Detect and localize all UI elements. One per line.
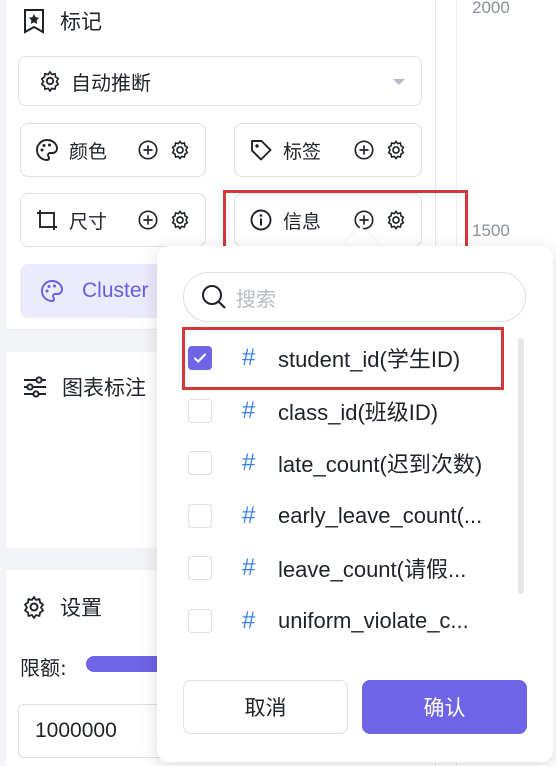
field-list-item[interactable]: # leave_count(请假... — [188, 548, 508, 588]
palette-icon — [40, 279, 64, 303]
field-list-item-label: late_count(迟到次数) — [278, 452, 483, 477]
field-search-input[interactable]: 搜索 — [183, 272, 526, 322]
chart-annotation-title: 图表标注 — [62, 376, 146, 400]
size-chip-label: 尺寸 — [69, 210, 108, 233]
size-chip[interactable]: 尺寸 — [20, 193, 206, 247]
number-field-icon: # — [242, 554, 256, 581]
field-list-item[interactable]: # early_leave_count(... — [188, 496, 508, 536]
palette-icon — [35, 138, 59, 162]
chevron-down-icon — [393, 79, 405, 85]
gear-icon[interactable] — [169, 139, 191, 161]
checkbox[interactable] — [188, 503, 212, 528]
confirm-button[interactable]: 确认 — [362, 680, 527, 734]
sliders-icon — [22, 375, 48, 399]
quota-label: 限额: — [20, 656, 67, 680]
checkbox[interactable] — [188, 556, 212, 580]
field-list-item[interactable]: # late_count(迟到次数) — [188, 443, 508, 483]
cancel-button[interactable]: 取消 — [183, 680, 348, 734]
tag-chip[interactable]: 标签 — [234, 123, 422, 177]
settings-header: 设置 — [22, 592, 102, 622]
highlight-box-student-id — [182, 327, 504, 390]
quota-input-value: 1000000 — [35, 719, 117, 742]
field-list-item-label: early_leave_count(... — [278, 502, 483, 528]
field-list-item-label: uniform_violate_c... — [278, 607, 469, 633]
marks-title: 标记 — [60, 10, 102, 34]
gear-icon — [22, 595, 46, 619]
field-list-scrollbar[interactable] — [518, 338, 524, 594]
color-chip[interactable]: 颜色 — [20, 123, 206, 177]
gear-icon — [39, 70, 61, 92]
field-search-placeholder: 搜索 — [236, 286, 276, 311]
checkbox[interactable] — [188, 608, 212, 633]
add-circle-icon[interactable] — [137, 209, 159, 231]
tag-chip-label: 标签 — [283, 140, 322, 163]
marks-header: 标记 — [22, 6, 102, 36]
gear-icon[interactable] — [385, 139, 407, 161]
axis-tick-2000: 2000 — [472, 0, 510, 17]
color-chip-label: 颜色 — [69, 140, 108, 163]
field-list-item[interactable]: # class_id(班级ID) — [188, 391, 508, 431]
number-field-icon: # — [242, 396, 256, 424]
settings-title: 设置 — [60, 596, 102, 620]
bookmark-star-icon — [22, 8, 46, 34]
add-circle-icon[interactable] — [137, 139, 159, 161]
gear-icon[interactable] — [169, 209, 191, 231]
field-list-item-label: class_id(班级ID) — [278, 399, 439, 425]
field-list-item[interactable]: # uniform_violate_c... — [188, 601, 508, 641]
tag-icon — [249, 138, 273, 162]
checkbox[interactable] — [188, 398, 212, 423]
number-field-icon: # — [242, 501, 256, 529]
field-list-item-label: leave_count(请假... — [278, 557, 467, 582]
number-field-icon: # — [242, 449, 256, 476]
axis-tick-1500: 1500 — [472, 221, 510, 240]
cluster-chip-label: Cluster — [82, 279, 149, 302]
mark-type-value: 自动推断 — [71, 70, 151, 95]
number-field-icon: # — [242, 606, 256, 634]
checkbox[interactable] — [188, 451, 212, 475]
add-circle-icon[interactable] — [353, 139, 375, 161]
chart-annotation-header: 图表标注 — [22, 372, 146, 402]
search-icon — [200, 283, 228, 311]
quota-slider[interactable] — [86, 656, 166, 672]
resize-icon — [35, 208, 59, 232]
quota-input[interactable]: 1000000 — [18, 704, 178, 758]
mark-type-select[interactable]: 自动推断 — [18, 56, 422, 106]
